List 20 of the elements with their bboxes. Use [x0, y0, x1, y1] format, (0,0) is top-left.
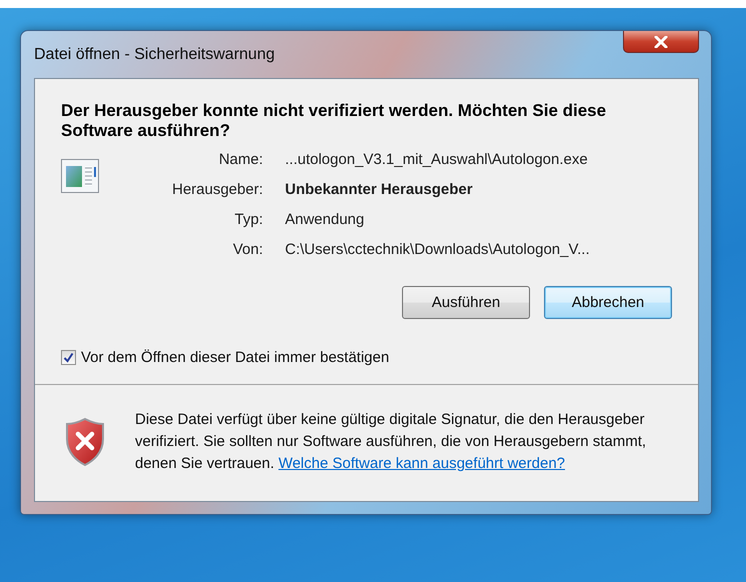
field-label: Herausgeber: [171, 181, 263, 198]
close-icon [654, 36, 668, 48]
field-label: Name: [218, 151, 263, 168]
shield-error-icon [65, 417, 105, 467]
application-icon [61, 159, 99, 193]
checkbox[interactable] [61, 350, 76, 365]
checkbox-label: Vor dem Öffnen dieser Datei immer bestätigen [81, 349, 390, 366]
help-link[interactable]: Welche Software kann ausgeführt werden? [278, 455, 565, 472]
field-value: Unbekannter Herausgeber [285, 181, 474, 198]
field-value: Anwendung [285, 211, 366, 228]
field-label: Typ: [234, 211, 263, 228]
field-value: C:\Users\cctechnik\Downloads\Autologon_V... [285, 241, 590, 258]
window-title: Datei öffnen - Sicherheitswarnung [34, 46, 275, 64]
field-value: ...utologon_V3.1_mit_Auswahl\Autologon.exe [285, 151, 589, 168]
close-button[interactable] [623, 31, 699, 53]
field-label: Von: [232, 241, 263, 258]
warning-text: Diese Datei verfügt über keine gültige digitale Signatur, die den Herausgeber verifiziert. Sie sollten nur Software ausführen, die von Herausgebern stammt, denen Sie vertrauen. Welche Software kann ausgeführt werden? [135, 410, 648, 474]
dialog-heading: Der Herausgeber konnte nicht verifiziert werden. Möchten Sie diese Software ausführen? [61, 101, 608, 141]
dialog-button[interactable]: Abbrechen [544, 286, 672, 319]
dialog-button[interactable]: Ausführen [402, 286, 530, 319]
